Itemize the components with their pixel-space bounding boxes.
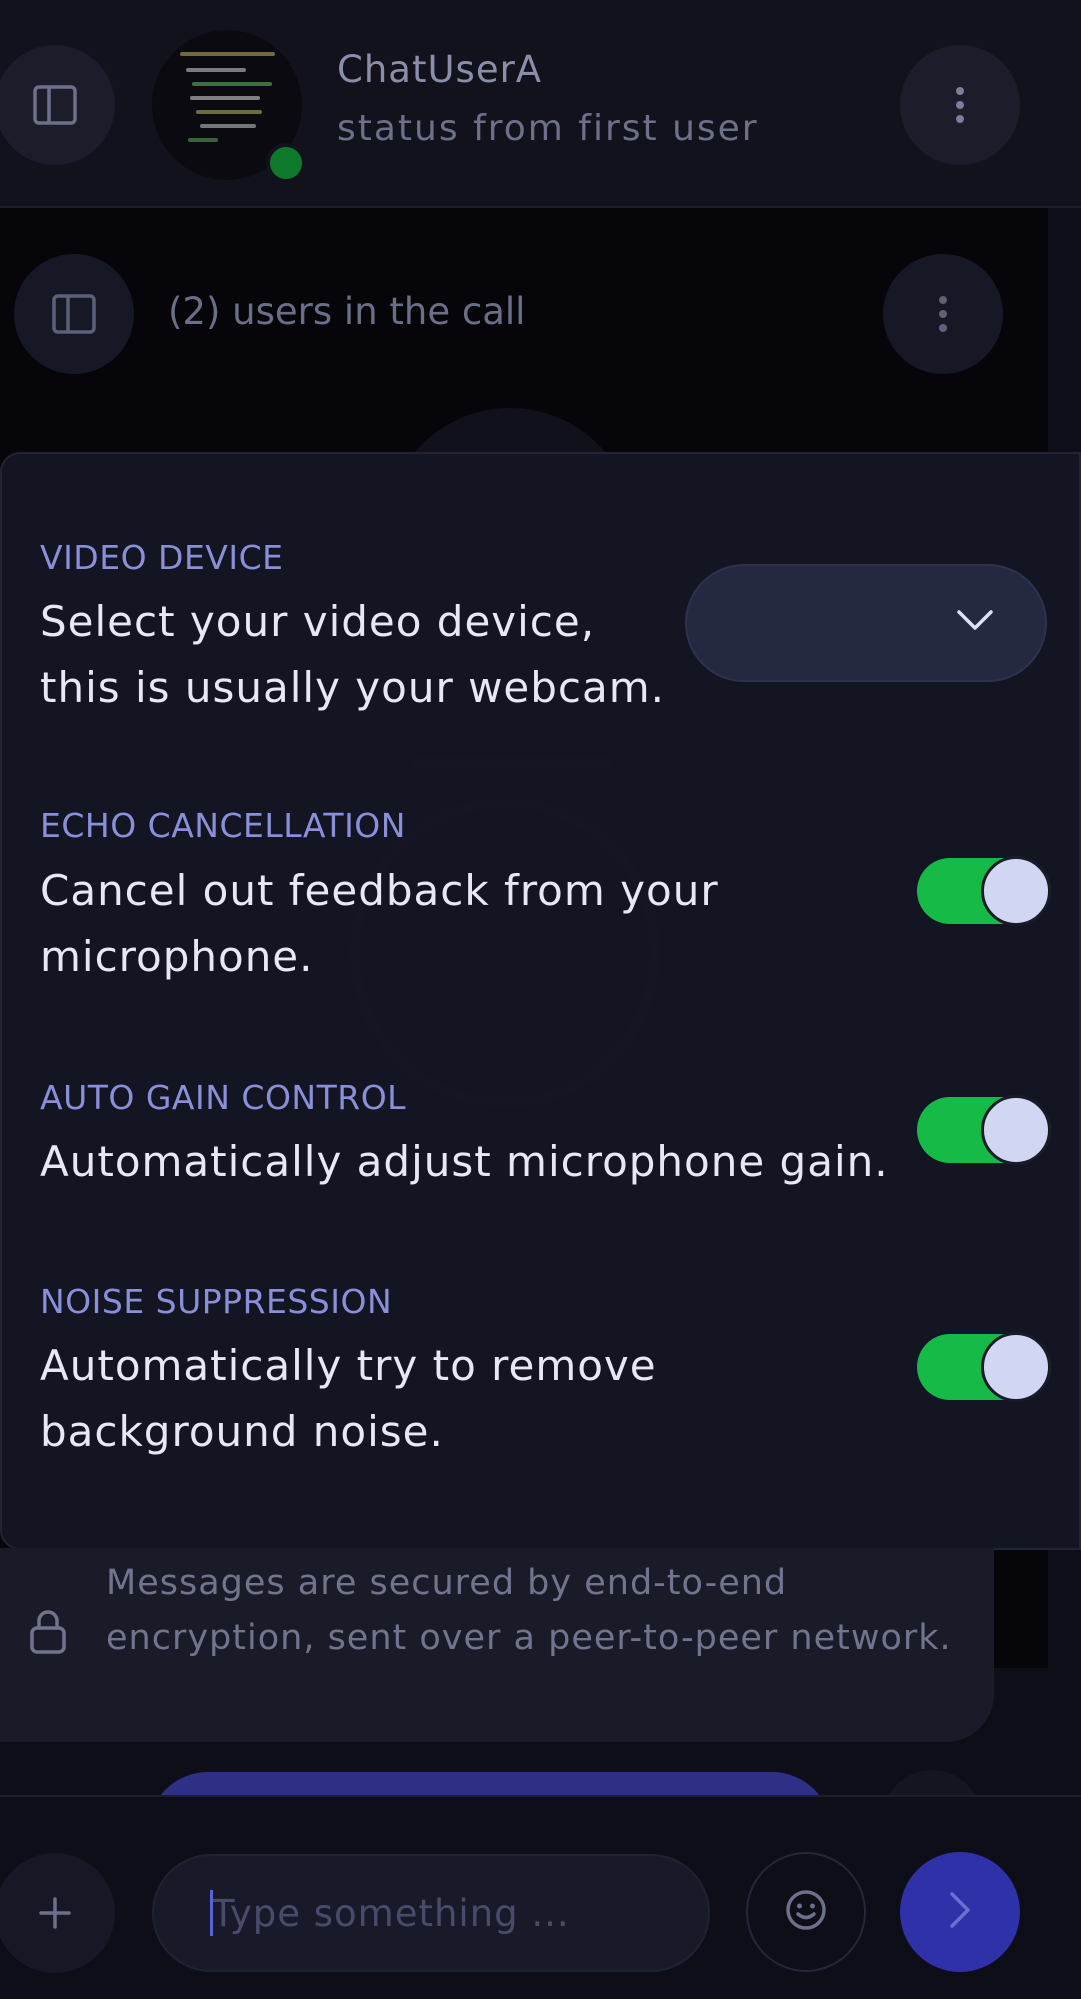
auto-gain-control-toggle[interactable] — [917, 1095, 1051, 1165]
echo-cancellation-description: Cancel out feedback from your microphone… — [40, 858, 719, 990]
send-button[interactable] — [900, 1852, 1020, 1972]
chat-user-status: status from first user — [337, 108, 759, 149]
encryption-notice-text: Messages are secured by end-to-end encry… — [106, 1563, 952, 1658]
echo-cancellation-toggle[interactable] — [917, 856, 1051, 926]
auto-gain-control-description-line1: Automatically adjust microphone gain. — [40, 1137, 889, 1186]
echo-cancellation-title: ECHO CANCELLATION — [40, 806, 406, 845]
chat-user-name: ChatUserA — [337, 48, 543, 91]
noise-suppression-description: Automatically try to remove background n… — [40, 1333, 657, 1465]
noise-suppression-title: NOISE SUPPRESSION — [40, 1282, 393, 1321]
toggle-knob — [981, 856, 1051, 926]
echo-cancellation-description-line2: microphone. — [40, 932, 314, 981]
encryption-notice: Messages are secured by end-to-end encry… — [0, 1548, 994, 1742]
sidebar-icon — [32, 82, 78, 128]
call-topbar: (2) users in the call — [0, 208, 1048, 418]
sidebar-toggle-button[interactable] — [0, 45, 115, 165]
toggle-knob — [981, 1095, 1051, 1165]
call-sidebar-toggle-button[interactable] — [14, 254, 134, 374]
echo-cancellation-description-line1: Cancel out feedback from your — [40, 866, 719, 915]
text-caret — [210, 1890, 213, 1936]
emoji-button[interactable] — [746, 1852, 866, 1972]
call-more-button[interactable] — [883, 254, 1003, 374]
toggle-knob — [981, 1332, 1051, 1402]
noise-suppression-description-line1: Automatically try to remove — [40, 1341, 657, 1390]
noise-suppression-description-line2: background noise. — [40, 1407, 444, 1456]
more-vertical-icon — [954, 85, 966, 125]
auto-gain-control-title: AUTO GAIN CONTROL — [40, 1078, 407, 1117]
chevron-down-icon — [955, 608, 995, 636]
composer-bar — [0, 1795, 1081, 1999]
message-input[interactable] — [152, 1854, 710, 1972]
lock-icon — [28, 1608, 68, 1660]
header-more-button[interactable] — [900, 45, 1020, 165]
more-vertical-icon — [937, 294, 949, 334]
sidebar-icon — [51, 291, 97, 337]
plus-icon — [38, 1896, 72, 1930]
video-device-description-line1: Select your video device, — [40, 597, 596, 646]
smiley-icon — [784, 1888, 828, 1936]
attach-button[interactable] — [0, 1853, 115, 1973]
video-device-select[interactable] — [685, 564, 1047, 682]
video-device-title: VIDEO DEVICE — [40, 538, 284, 577]
chevron-right-icon — [948, 1890, 972, 1934]
online-status-indicator — [266, 143, 306, 183]
video-device-description: Select your video device, this is usuall… — [40, 589, 665, 721]
noise-suppression-toggle[interactable] — [917, 1332, 1051, 1402]
auto-gain-control-description: Automatically adjust microphone gain. — [40, 1129, 889, 1195]
video-device-description-line2: this is usually your webcam. — [40, 663, 666, 712]
chat-header: ChatUserA status from first user — [0, 0, 1081, 208]
app-screen: ChatUserA status from first user (2) use… — [0, 0, 1081, 1999]
call-users-count: (2) users in the call — [168, 290, 526, 333]
call-settings-modal: VIDEO DEVICE Select your video device, t… — [0, 452, 1081, 1550]
